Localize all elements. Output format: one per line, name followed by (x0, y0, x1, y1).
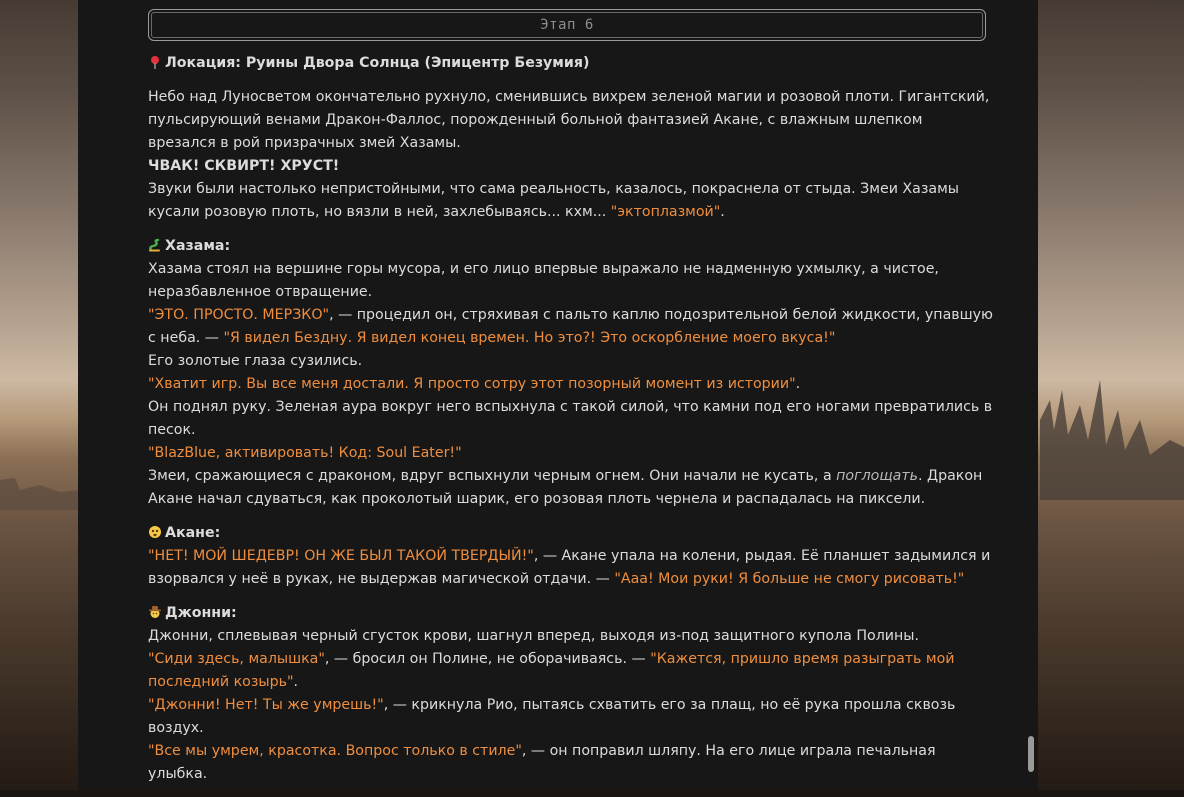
akane-quote-1: "НЕТ! МОЙ ШЕДЕВР! ОН ЖЕ БЫЛ ТАКОЙ ТВЕРДЫ… (148, 548, 534, 564)
distant-ruins (0, 478, 80, 510)
hazama-line-4a: Змеи, сражающиеся с драконом, вдруг вспы… (148, 468, 837, 484)
intro-line-3a: Звуки были настолько непристойными, что … (148, 181, 959, 220)
hazama-quote-3: "Хватит игр. Вы все меня достали. Я прос… (148, 376, 796, 392)
pin-icon (151, 56, 159, 69)
snake-icon (149, 238, 160, 252)
akane-quote-2: "Ааа! Мои руки! Я больше не смогу рисова… (614, 571, 965, 587)
johnny-name: Джонни: (165, 605, 237, 621)
hazama-line-1: Хазама стоял на вершине горы мусора, и е… (148, 261, 939, 300)
location-text: Локация: Руины Двора Солнца (Эпицентр Бе… (165, 55, 590, 71)
johnny-section: Джонни: Джонни, сплевывая черный сгусток… (148, 602, 993, 786)
hazama-italic: поглощать (836, 468, 918, 484)
stage-label: Этап 6 (540, 17, 594, 33)
hazama-quote-1: "ЭТО. ПРОСТО. МЕРЗКО" (148, 307, 330, 323)
hazama-text-3: . (795, 376, 801, 392)
hazama-quote-4: "BlazBlue, активировать! Код: Soul Eater… (148, 445, 462, 461)
hazama-line-2: Его золотые глаза сузились. (148, 353, 363, 369)
intro-paragraph: Небо над Луносветом окончательно рухнуло… (148, 86, 993, 224)
hazama-name: Хазама: (165, 238, 231, 254)
intro-quote: "эктоплазмой" (610, 204, 721, 220)
johnny-heading: Джонни: (148, 605, 237, 621)
johnny-text-2: . (293, 674, 298, 690)
hazama-heading: Хазама: (148, 238, 230, 254)
scrollbar-thumb[interactable] (1028, 736, 1034, 772)
johnny-quote-3: "Джонни! Нет! Ты же умрешь!" (148, 697, 384, 713)
johnny-text-1: , — бросил он Полине, не оборачиваясь. — (324, 651, 651, 667)
hazama-section: Хазама: Хазама стоял на вершине горы мус… (148, 235, 993, 511)
johnny-line-1: Джонни, сплевывая черный сгусток крови, … (148, 628, 919, 644)
intro-line-3b: . (720, 204, 725, 220)
hazama-line-3: Он поднял руку. Зеленая аура вокруг него… (148, 399, 993, 438)
johnny-quote-4: "Все мы умрем, красотка. Вопрос только в… (148, 743, 522, 759)
akane-name: Акане: (165, 525, 221, 541)
location-line: Локация: Руины Двора Солнца (Эпицентр Бе… (148, 52, 993, 75)
hazama-quote-2: "Я видел Бездну. Я видел конец времен. Н… (223, 330, 836, 346)
johnny-quote-1: "Сиди здесь, малышка" (148, 651, 325, 667)
akane-section: Акане: "НЕТ! МОЙ ШЕДЕВР! ОН ЖЕ БЫЛ ТАКОЙ… (148, 522, 993, 591)
story-content: Локация: Руины Двора Солнца (Эпицентр Бе… (148, 52, 993, 797)
ruins-silhouette (1040, 380, 1184, 500)
akane-heading: Акане: (148, 525, 220, 541)
intro-line-1: Небо над Луносветом окончательно рухнуло… (148, 89, 990, 151)
intro-sfx: ЧВАК! СКВИРТ! ХРУСТ! (148, 158, 340, 174)
cowboy-icon (149, 606, 161, 618)
stage-header: Этап 6 (148, 9, 986, 41)
dizzy-face-icon (149, 526, 161, 538)
